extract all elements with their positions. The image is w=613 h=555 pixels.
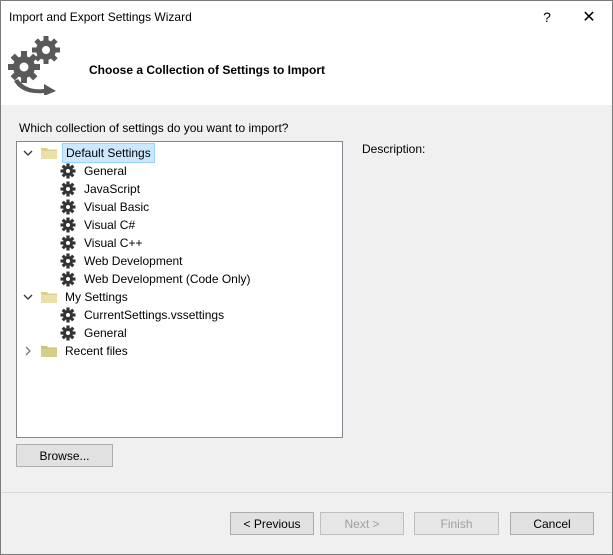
close-button[interactable]: ✕ — [569, 1, 609, 32]
chevron-right-icon[interactable] — [23, 346, 33, 356]
gear-icon — [60, 217, 76, 233]
tree-item-label[interactable]: Visual C++ — [81, 234, 145, 252]
tree-item-label[interactable]: General — [81, 162, 130, 180]
tree-item-label[interactable]: Web Development (Code Only) — [81, 270, 254, 288]
tree-item[interactable]: JavaScript — [60, 180, 143, 198]
gear-icon — [60, 325, 76, 341]
tree-item-label[interactable]: JavaScript — [81, 180, 143, 198]
folder-icon — [41, 346, 57, 357]
tree-item[interactable]: CurrentSettings.vssettings — [60, 306, 227, 324]
tree-node-my-settings[interactable]: My Settings — [23, 288, 131, 306]
gear-icon — [60, 199, 76, 215]
tree-node-default-settings[interactable]: Default Settings — [23, 143, 155, 163]
next-button[interactable]: Next > — [320, 512, 404, 535]
folder-icon — [41, 292, 57, 303]
tree-item-label[interactable]: General — [81, 324, 130, 342]
tree-item-label[interactable]: Visual Basic — [81, 198, 152, 216]
tree-label-my-settings[interactable]: My Settings — [62, 288, 131, 306]
tree-item[interactable]: General — [60, 324, 130, 342]
tree-item[interactable]: Visual C++ — [60, 234, 145, 252]
settings-gears-arrow-icon — [8, 36, 60, 95]
settings-question: Which collection of settings do you want… — [19, 121, 289, 135]
gear-icon — [60, 307, 76, 323]
tree-item-label[interactable]: Web Development — [81, 252, 186, 270]
tree-label-recent-files[interactable]: Recent files — [62, 342, 131, 360]
gear-icon — [60, 235, 76, 251]
chevron-down-icon[interactable] — [23, 292, 33, 302]
gear-icon — [60, 181, 76, 197]
help-button[interactable]: ? — [527, 1, 567, 32]
description-label: Description: — [362, 142, 426, 156]
tree-item-label[interactable]: Visual C# — [81, 216, 138, 234]
tree-label-default-settings[interactable]: Default Settings — [62, 143, 155, 163]
cancel-button[interactable]: Cancel — [510, 512, 594, 535]
tree-item-label[interactable]: CurrentSettings.vssettings — [81, 306, 227, 324]
gear-icon — [60, 253, 76, 269]
tree-item[interactable]: Visual C# — [60, 216, 138, 234]
tree-node-recent-files[interactable]: Recent files — [23, 342, 131, 360]
window-title: Import and Export Settings Wizard — [9, 10, 192, 24]
tree-item[interactable]: Web Development — [60, 252, 186, 270]
finish-button[interactable]: Finish — [414, 512, 499, 535]
settings-tree[interactable]: Default Settings General JavaScript Visu… — [16, 141, 343, 438]
wizard-header: Choose a Collection of Settings to Impor… — [1, 32, 612, 105]
tree-item[interactable]: General — [60, 162, 130, 180]
previous-button[interactable]: < Previous — [230, 512, 314, 535]
tree-item[interactable]: Web Development (Code Only) — [60, 270, 254, 288]
page-title: Choose a Collection of Settings to Impor… — [89, 63, 326, 77]
tree-item[interactable]: Visual Basic — [60, 198, 152, 216]
gear-icon — [60, 163, 76, 179]
folder-icon — [41, 148, 57, 159]
wizard-window: Import and Export Settings Wizard ? ✕ Ch… — [0, 0, 613, 555]
chevron-down-icon[interactable] — [23, 148, 33, 158]
footer-divider — [2, 492, 611, 493]
browse-button[interactable]: Browse... — [16, 444, 113, 467]
title-bar: Import and Export Settings Wizard ? ✕ — [1, 1, 612, 32]
gear-icon — [60, 271, 76, 287]
